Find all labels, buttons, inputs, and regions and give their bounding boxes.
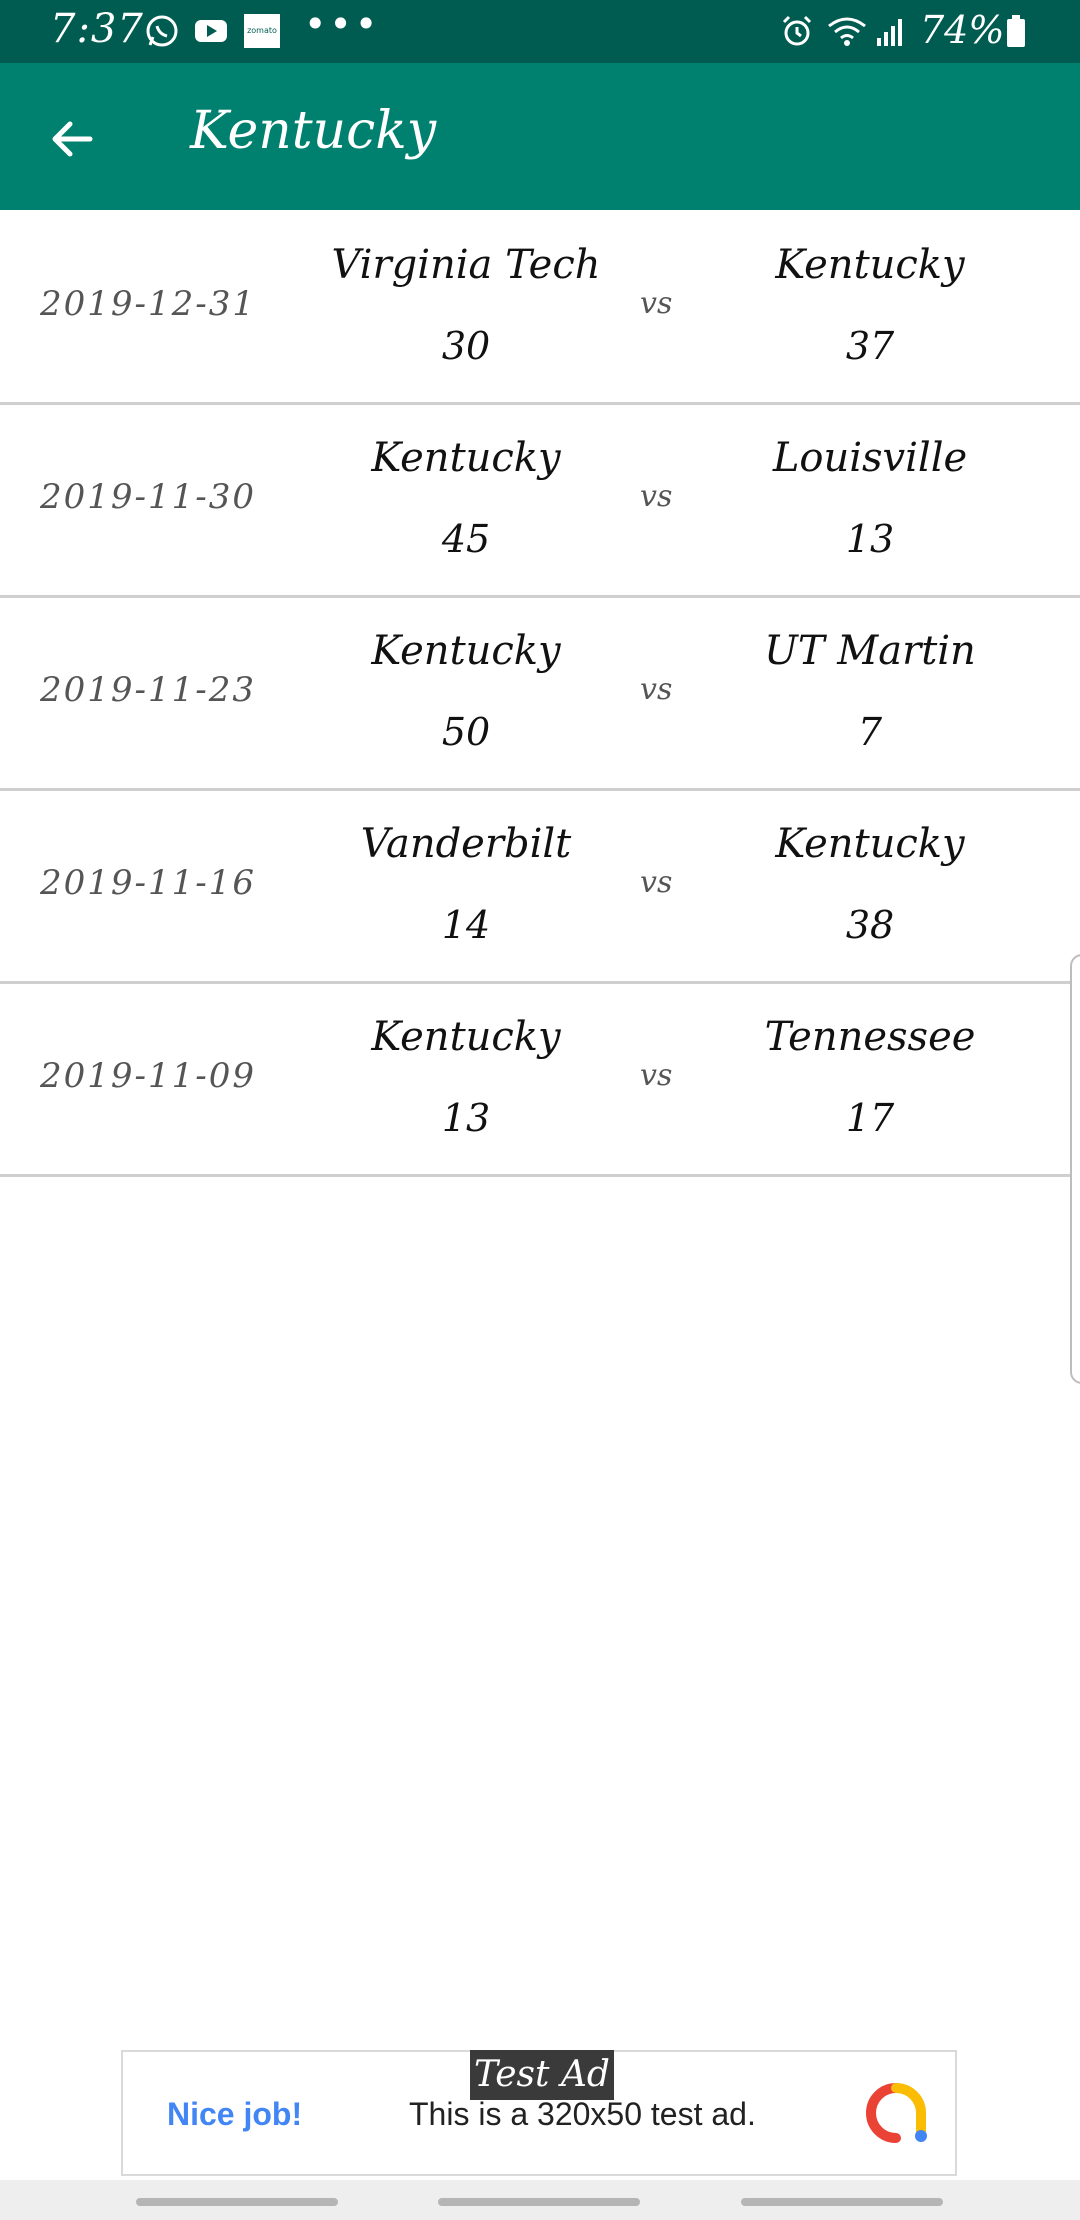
- home-team: Virginia Tech: [331, 242, 601, 288]
- page-title: Kentucky: [190, 101, 437, 161]
- game-date: 2019-11-30: [40, 477, 257, 517]
- navigation-bar: [0, 2180, 1080, 2220]
- wifi-icon: [828, 17, 866, 46]
- game-row[interactable]: 2019-11-09 Kentucky 13 vs Tennessee 17: [0, 984, 1080, 1177]
- away-team: Tennessee: [764, 1014, 976, 1060]
- away-team: Kentucky: [775, 821, 965, 867]
- away-team: UT Martin: [764, 628, 976, 674]
- home-score: 45: [441, 517, 491, 561]
- more-notifications-icon: •••: [304, 2, 381, 46]
- youtube-icon: [195, 20, 227, 42]
- vs-label: vs: [640, 672, 673, 707]
- test-ad-badge: Test Ad: [470, 2050, 614, 2100]
- admob-logo-icon: [866, 2083, 927, 2143]
- home-score: 30: [441, 324, 491, 368]
- vs-label: vs: [640, 865, 673, 900]
- status-time: 7:37: [50, 6, 144, 52]
- away-score: 13: [845, 517, 895, 561]
- nav-back-button[interactable]: [741, 2198, 943, 2206]
- home-team: Kentucky: [371, 628, 561, 674]
- away-score: 38: [845, 903, 895, 947]
- battery-percentage: 74%: [920, 8, 1005, 52]
- whatsapp-icon: [146, 15, 178, 47]
- home-score: 13: [441, 1096, 491, 1140]
- signal-icon: [877, 19, 902, 46]
- home-score: 50: [441, 710, 491, 754]
- edge-panel-handle[interactable]: [1070, 954, 1080, 1384]
- nav-recents-button[interactable]: [136, 2198, 338, 2206]
- game-date: 2019-12-31: [40, 284, 257, 324]
- vs-label: vs: [640, 1058, 673, 1093]
- ad-cta-button[interactable]: Nice job!: [167, 2096, 302, 2133]
- home-team: Vanderbilt: [360, 821, 572, 867]
- home-team: Kentucky: [371, 1014, 561, 1060]
- game-date: 2019-11-09: [40, 1056, 257, 1096]
- game-row[interactable]: 2019-11-16 Vanderbilt 14 vs Kentucky 38: [0, 791, 1080, 984]
- vs-label: vs: [640, 479, 673, 514]
- home-score: 14: [441, 903, 491, 947]
- arrow-left-icon: [52, 121, 93, 157]
- away-score: 7: [857, 710, 883, 754]
- game-row[interactable]: 2019-11-30 Kentucky 45 vs Louisville 13: [0, 405, 1080, 598]
- game-row[interactable]: 2019-11-23 Kentucky 50 vs UT Martin 7: [0, 598, 1080, 791]
- home-team: Kentucky: [371, 435, 561, 481]
- away-score: 17: [845, 1096, 895, 1140]
- game-date: 2019-11-23: [40, 670, 257, 710]
- away-score: 37: [845, 324, 895, 368]
- back-button[interactable]: [36, 103, 108, 175]
- away-team: Louisville: [772, 435, 968, 481]
- zomato-icon: zomato: [244, 14, 280, 48]
- game-row[interactable]: 2019-12-31 Virginia Tech 30 vs Kentucky …: [0, 212, 1080, 405]
- game-date: 2019-11-16: [40, 863, 257, 903]
- app-bar: Kentucky: [0, 63, 1080, 210]
- alarm-icon: [782, 15, 812, 46]
- nav-home-button[interactable]: [438, 2198, 640, 2206]
- battery-icon: [1007, 15, 1025, 47]
- game-list: 2019-12-31 Virginia Tech 30 vs Kentucky …: [0, 212, 1080, 1177]
- ad-text: This is a 320x50 test ad.: [409, 2096, 756, 2132]
- vs-label: vs: [640, 286, 673, 321]
- away-team: Kentucky: [775, 242, 965, 288]
- status-bar: 7:37 zomato ••• 74%: [0, 0, 1080, 63]
